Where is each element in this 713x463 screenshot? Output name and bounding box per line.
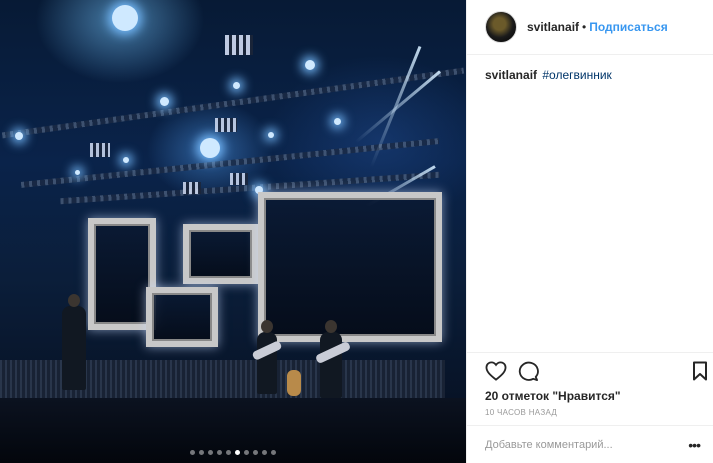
more-options-icon[interactable]: ••• [688, 437, 701, 453]
stage-light [160, 97, 169, 106]
carousel-dot[interactable] [271, 450, 276, 455]
comment-icon[interactable] [517, 361, 539, 386]
avatar[interactable] [485, 11, 517, 43]
caption-username[interactable]: svitlanaif [485, 68, 537, 82]
stage-light [233, 82, 240, 89]
carousel-dot[interactable] [226, 450, 231, 455]
bassist [320, 320, 342, 398]
carousel-dot[interactable] [244, 450, 249, 455]
light-bank [225, 35, 253, 55]
action-icons [485, 361, 711, 383]
likes-count[interactable]: 20 отметок "Нравится" [485, 389, 621, 403]
light-beam [369, 45, 422, 168]
post-header: svitlanaif • Подписаться [467, 0, 713, 55]
stage-light [75, 170, 80, 175]
light-bank [215, 118, 237, 132]
post-actions: 20 отметок "Нравится" 10 ЧАСОВ НАЗАД ••• [467, 352, 713, 463]
post-timestamp[interactable]: 10 ЧАСОВ НАЗАД [485, 408, 557, 417]
stage-light [268, 132, 274, 138]
carousel-dot[interactable] [208, 450, 213, 455]
carousel-indicator[interactable] [0, 450, 466, 455]
stage-frame [258, 192, 442, 342]
post-sidebar: svitlanaif • Подписаться svitlanaif #оле… [466, 0, 713, 463]
heart-icon[interactable] [485, 361, 507, 386]
carousel-dot[interactable] [199, 450, 204, 455]
carousel-dot[interactable] [262, 450, 267, 455]
light-bank [183, 182, 201, 194]
stage-light [305, 60, 315, 70]
singer [62, 294, 86, 390]
stage-light [334, 118, 341, 125]
hashtag-link[interactable]: #олегвинник [542, 68, 611, 82]
acoustic-guitar [287, 370, 301, 396]
stage-light [200, 138, 220, 158]
light-bank [90, 143, 110, 157]
light-bank [230, 173, 248, 185]
bookmark-icon[interactable] [692, 361, 708, 386]
carousel-dot[interactable] [235, 450, 240, 455]
stage-light [15, 132, 23, 140]
stage-light [123, 157, 129, 163]
separator-dot: • [582, 20, 587, 34]
post-caption: svitlanaif #олегвинник [485, 68, 612, 82]
carousel-dot[interactable] [190, 450, 195, 455]
carousel-dot[interactable] [253, 450, 258, 455]
comment-bar: ••• [467, 425, 713, 463]
comment-input[interactable] [485, 439, 689, 451]
stage-frame [146, 287, 218, 347]
stage-frame [183, 224, 258, 284]
carousel-dot[interactable] [217, 450, 222, 455]
follow-button[interactable]: Подписаться [589, 20, 667, 34]
username-link[interactable]: svitlanaif [527, 20, 579, 34]
post-photo[interactable] [0, 0, 466, 463]
stage-light [112, 5, 138, 31]
